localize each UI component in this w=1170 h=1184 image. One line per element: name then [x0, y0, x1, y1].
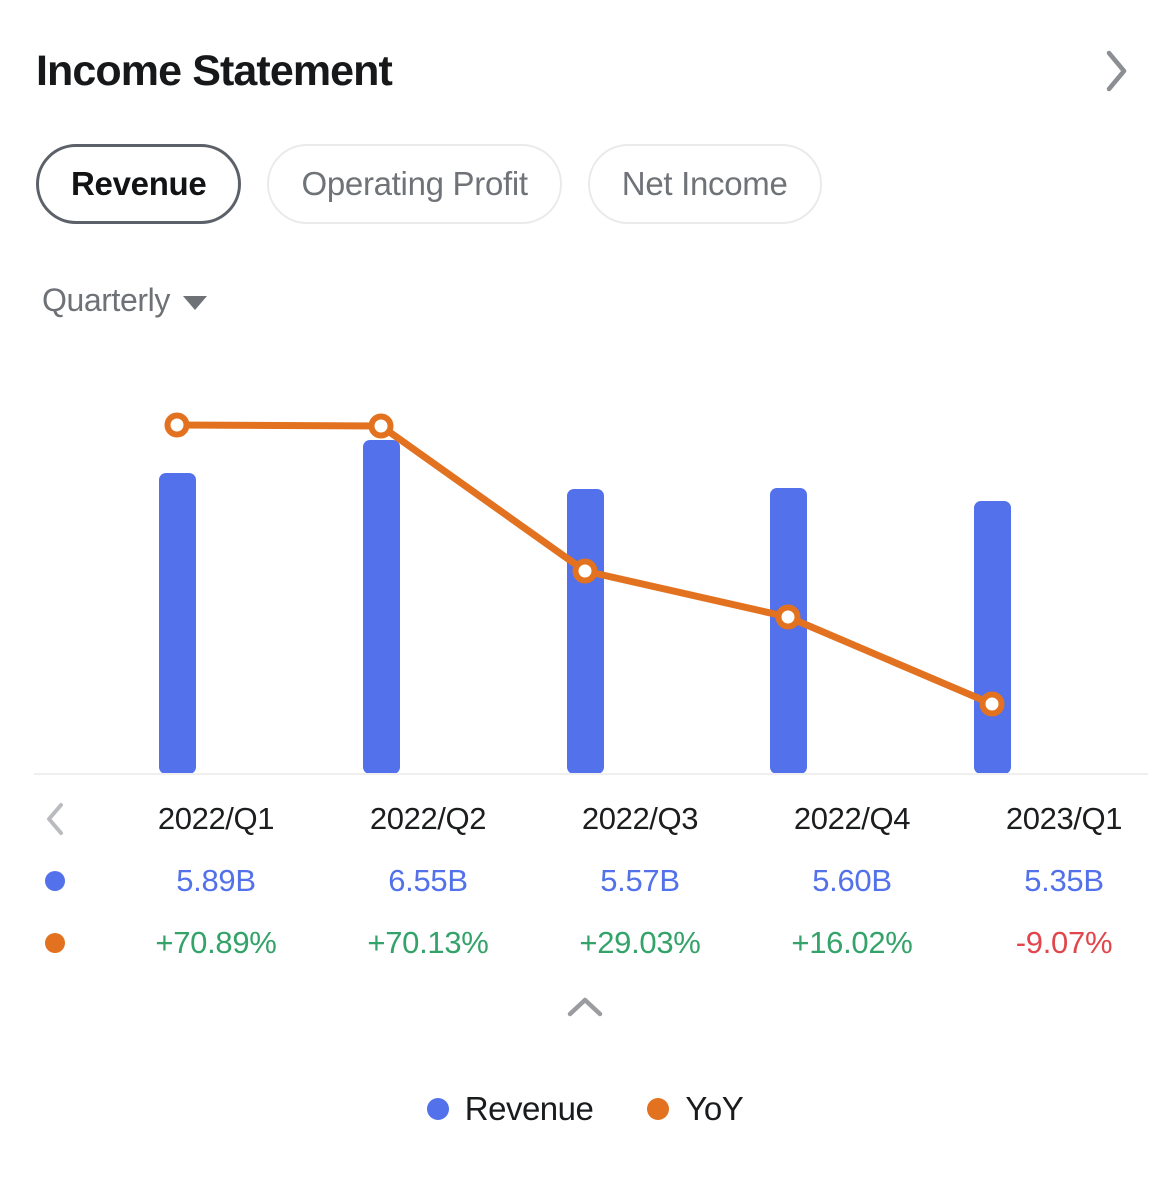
period-selector-label: Quarterly	[42, 282, 170, 318]
caret-down-icon	[183, 295, 207, 310]
tab-net-income-label: Net Income	[621, 165, 788, 202]
card-header: Income Statement	[36, 38, 1134, 104]
yoy-value-0: +70.89%	[155, 925, 277, 960]
period-label-1: 2022/Q2	[369, 801, 487, 836]
table-row-yoy: +70.89% +70.13% +29.03% +16.02% -9.07%	[0, 912, 1170, 974]
period-label-2: 2022/Q3	[581, 801, 699, 836]
revenue-value-4: 5.35B	[1024, 863, 1104, 898]
revenue-value-3: 5.60B	[812, 863, 892, 898]
yoy-series-marker-cell	[0, 933, 110, 953]
line-marker-2022-q3	[572, 558, 598, 584]
bar-2022-q1	[159, 473, 196, 774]
tab-revenue[interactable]: Revenue	[36, 144, 242, 224]
chart-axis-line	[34, 773, 1148, 775]
line-marker-2023-q1	[979, 691, 1005, 717]
legend-yoy-dot	[647, 1098, 670, 1120]
chart-legend: Revenue YoY	[0, 1090, 1170, 1128]
legend-revenue-dot	[426, 1098, 449, 1120]
yoy-value-2: +29.03%	[579, 925, 701, 960]
bar-series-revenue	[159, 440, 1011, 774]
revenue-value-1: 6.55B	[388, 863, 468, 898]
period-label-0: 2022/Q1	[157, 801, 275, 836]
bar-2022-q4	[770, 488, 807, 774]
line-marker-2022-q1	[164, 412, 190, 438]
legend-revenue-label: Revenue	[464, 1090, 594, 1127]
legend-item-revenue: Revenue	[426, 1090, 594, 1128]
revenue-value-2: 5.57B	[600, 863, 680, 898]
revenue-series-dot	[45, 871, 65, 891]
prev-period-cell	[0, 800, 110, 838]
collapse-row	[0, 984, 1170, 1030]
chart-plot	[0, 380, 1170, 776]
yoy-value-4: -9.07%	[1015, 925, 1113, 960]
revenue-series-marker-cell	[0, 871, 110, 891]
metric-tabs: Revenue Operating Profit Net Income	[36, 144, 822, 224]
bar-2022-q3	[567, 489, 604, 774]
yoy-value-3: +16.02%	[791, 925, 913, 960]
legend-yoy-label: YoY	[685, 1090, 744, 1127]
chevron-up-icon[interactable]	[557, 984, 613, 1030]
period-label-3: 2022/Q4	[793, 801, 911, 836]
chevron-left-icon[interactable]	[40, 800, 70, 838]
yoy-series-dot	[45, 933, 65, 953]
line-marker-2022-q2	[368, 413, 394, 439]
bar-2022-q2	[363, 440, 400, 774]
bar-2023-q1	[974, 501, 1011, 774]
tab-operating-profit-label: Operating Profit	[301, 165, 528, 202]
chevron-right-icon[interactable]	[1100, 48, 1134, 94]
legend-item-yoy: YoY	[647, 1090, 744, 1128]
income-statement-card: Income Statement Revenue Operating Profi…	[0, 0, 1170, 1184]
tab-revenue-label: Revenue	[71, 165, 207, 202]
table-row-periods: 2022/Q1 2022/Q2 2022/Q3 2022/Q4 2023/Q1	[0, 788, 1170, 850]
table-row-revenue: 5.89B 6.55B 5.57B 5.60B 5.35B	[0, 850, 1170, 912]
period-label-4: 2023/Q1	[1005, 801, 1123, 836]
line-marker-2022-q4	[775, 604, 801, 630]
revenue-value-0: 5.89B	[176, 863, 256, 898]
tab-net-income[interactable]: Net Income	[587, 144, 822, 224]
page-title: Income Statement	[36, 46, 393, 95]
period-selector[interactable]: Quarterly	[42, 282, 207, 319]
tab-operating-profit[interactable]: Operating Profit	[267, 144, 562, 224]
yoy-value-1: +70.13%	[367, 925, 489, 960]
chart-data-table: 2022/Q1 2022/Q2 2022/Q3 2022/Q4 2023/Q1 …	[0, 788, 1170, 974]
